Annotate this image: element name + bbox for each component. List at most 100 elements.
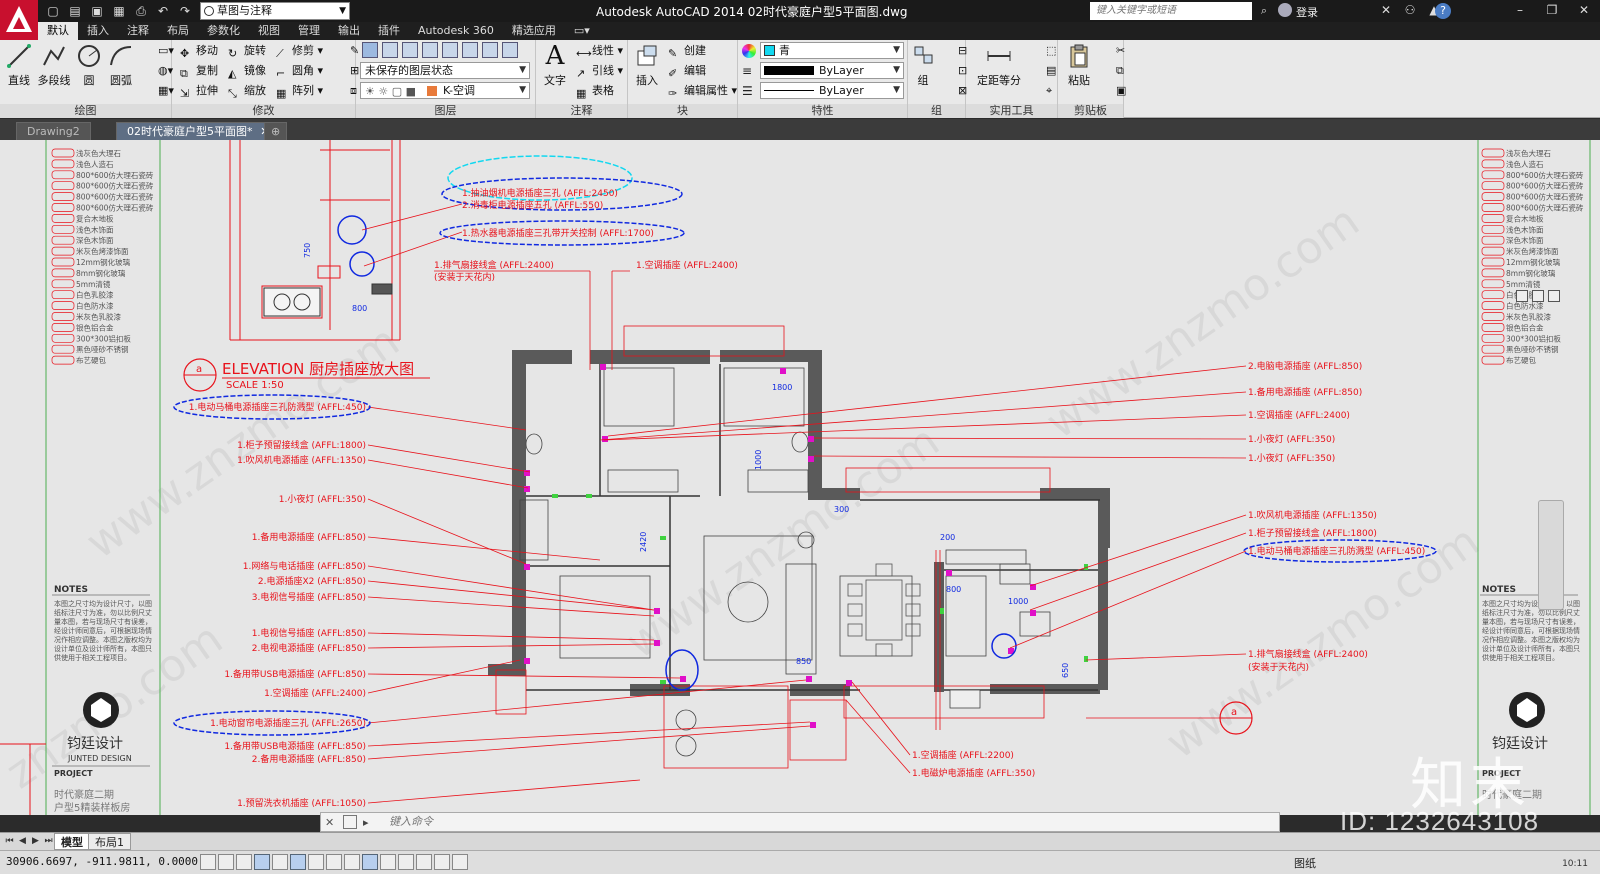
rotate-button[interactable]: ↻ 旋转 [226, 42, 266, 60]
scale-button[interactable]: ⤡ 缩放 [226, 82, 266, 100]
circle-button[interactable]: 圆 [72, 42, 106, 88]
user-icon[interactable] [1278, 3, 1292, 17]
tab-featured-apps[interactable]: 精选应用 [503, 22, 565, 40]
arc-button[interactable]: 圆弧 [104, 42, 138, 88]
utilities-group-label[interactable]: 实用工具 [966, 104, 1057, 118]
measure-button[interactable]: 定距等分 [972, 42, 1026, 88]
layer-freeze-icon[interactable] [462, 42, 478, 58]
print-icon[interactable]: ⎙ [132, 2, 150, 20]
grid-toggle[interactable] [236, 854, 252, 870]
create-block-button[interactable]: ✎ 创建 [666, 42, 706, 60]
redo-icon[interactable]: ↷ [176, 2, 194, 20]
annotation-monitor-toggle[interactable] [452, 854, 468, 870]
next-layout-icon[interactable]: ▶ [30, 834, 41, 848]
wrench-icon[interactable] [343, 815, 357, 829]
command-line[interactable]: ✕ ▸ 键入命令 [320, 812, 1280, 832]
tab-autodesk360[interactable]: Autodesk 360 [409, 22, 503, 40]
tab-model[interactable]: 模型 [54, 833, 90, 850]
layer-state-select[interactable]: 未保存的图层状态 ▼ [360, 62, 530, 79]
layers-group-label[interactable]: 图层 [356, 104, 535, 118]
new-file-icon[interactable]: ▢ [44, 2, 62, 20]
annotation-group-label[interactable]: 注释 [536, 104, 627, 118]
exchange-icon[interactable]: ✕ [1378, 2, 1394, 18]
tab-output[interactable]: 输出 [329, 22, 369, 40]
mirror-button[interactable]: ◭ 镜像 [226, 62, 266, 80]
transparency-toggle[interactable] [398, 854, 414, 870]
tab-plugins[interactable]: 插件 [369, 22, 409, 40]
layer-walk-icon[interactable] [502, 42, 518, 58]
new-tab-icon[interactable]: ⊕ [264, 122, 288, 140]
move-button[interactable]: ✥ 移动 [178, 42, 218, 60]
linetype-icon[interactable]: ☰ [742, 84, 753, 98]
tab-insert[interactable]: 插入 [78, 22, 118, 40]
tab-view[interactable]: 视图 [249, 22, 289, 40]
selection-cycling-toggle[interactable] [434, 854, 450, 870]
color-wheel-icon[interactable] [742, 44, 756, 58]
file-tab-drawing2[interactable]: Drawing2 [16, 122, 91, 140]
prev-layout-icon[interactable]: ◀ [17, 834, 28, 848]
minimize-icon[interactable]: – [1504, 0, 1536, 20]
tab-layout1[interactable]: 布局1 [88, 833, 131, 850]
table-button[interactable]: ▦ 表格 [574, 82, 614, 100]
linear-dim-button[interactable]: ⟷ 线性 ▾ [574, 42, 623, 60]
rectangle-icon[interactable]: ▭▾ [140, 42, 174, 60]
close-viewport-icon[interactable] [1548, 290, 1560, 302]
copy-clip-icon[interactable]: ⧉ [1098, 62, 1124, 80]
line-button[interactable]: 直线 [2, 42, 36, 88]
group-button[interactable]: 组 [910, 42, 936, 88]
trim-button[interactable]: ⟋ 修剪 ▾ [274, 42, 323, 60]
draw-group-label[interactable]: 绘图 [0, 104, 171, 118]
quick-properties-toggle[interactable] [416, 854, 432, 870]
paper-space-button[interactable]: 图纸 [1294, 855, 1316, 871]
quick-select-icon[interactable]: ⬚ [1028, 42, 1056, 60]
undo-icon[interactable]: ↶ [154, 2, 172, 20]
last-layout-icon[interactable]: ⏭ [43, 834, 54, 848]
lineweight-icon[interactable]: ≡ [742, 64, 752, 78]
copy-button[interactable]: ⧉ 复制 [178, 62, 218, 80]
restore-icon[interactable]: ❐ [1536, 0, 1568, 20]
dyn-toggle[interactable] [362, 854, 378, 870]
match-properties-icon[interactable]: ▣ [1098, 82, 1126, 100]
ortho-toggle[interactable] [254, 854, 270, 870]
linetype-select[interactable]: ByLayer ▼ [760, 62, 904, 79]
insert-block-button[interactable]: 插入 [630, 42, 664, 88]
group-select-icon[interactable]: ⊠ [940, 82, 967, 100]
properties-group-label[interactable]: 特性 [738, 104, 907, 118]
login-button[interactable]: 登录 [1296, 4, 1318, 20]
paste-button[interactable]: 粘贴 [1062, 42, 1096, 88]
layer-off-icon[interactable] [442, 42, 458, 58]
tab-parametric[interactable]: 参数化 [198, 22, 249, 40]
osnap-toggle[interactable] [290, 854, 306, 870]
groups-group-label[interactable]: 组 [908, 104, 965, 118]
ribbon-options-icon[interactable]: ▭▾ [565, 22, 599, 40]
file-tab-current[interactable]: 02时代豪庭户型5平面图*✕ [116, 122, 276, 140]
id-point-icon[interactable]: ⌖ [1028, 82, 1052, 100]
leader-button[interactable]: ↗ 引线 ▾ [574, 62, 623, 80]
open-file-icon[interactable]: ▤ [66, 2, 84, 20]
close-icon[interactable]: ✕ [1568, 0, 1600, 20]
group-edit-icon[interactable]: ⊡ [940, 62, 967, 80]
region-icon[interactable]: ▦▾ [140, 82, 174, 100]
cut-icon[interactable]: ✂ [1098, 42, 1125, 60]
search-input[interactable]: 键入关键字或短语 [1090, 2, 1252, 20]
layer-match-icon[interactable] [382, 42, 398, 58]
tab-layout[interactable]: 布局 [158, 22, 198, 40]
text-button[interactable]: A 文字 [538, 41, 572, 88]
command-input[interactable]: 键入命令 [389, 815, 433, 828]
layer-properties-icon[interactable] [362, 42, 378, 58]
navigation-bar[interactable] [1538, 500, 1564, 610]
minimize-viewport-icon[interactable] [1516, 290, 1528, 302]
polar-toggle[interactable] [272, 854, 288, 870]
clipboard-group-label[interactable]: 剪贴板 [1058, 104, 1123, 118]
otrack-toggle[interactable] [326, 854, 342, 870]
array-button[interactable]: ▦ 阵列 ▾ [274, 82, 323, 100]
color-select[interactable]: 青 ▼ [760, 42, 904, 59]
layer-isolate-icon[interactable] [422, 42, 438, 58]
polyline-button[interactable]: 多段线 [36, 42, 72, 88]
offset-icon[interactable]: ⧈ [332, 82, 357, 100]
block-group-label[interactable]: 块 [628, 104, 737, 118]
save-icon[interactable]: ▣ [88, 2, 106, 20]
tab-manage[interactable]: 管理 [289, 22, 329, 40]
infer-constraints-toggle[interactable] [200, 854, 216, 870]
application-menu-button[interactable] [0, 0, 38, 40]
